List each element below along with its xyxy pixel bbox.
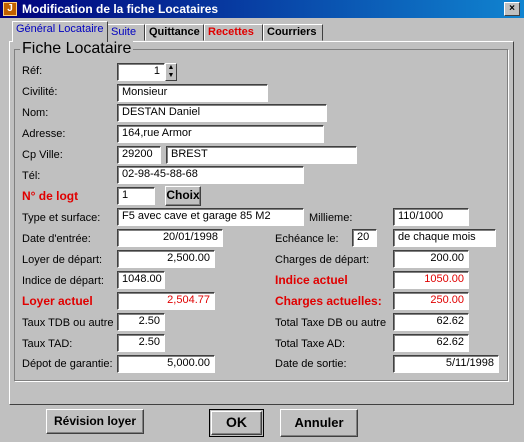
logt-field[interactable]: 1 [117,187,155,205]
indice-depart-field[interactable]: 1048.00 [117,271,165,289]
millieme-field[interactable]: 110/1000 [393,208,469,226]
taux-tdb-field[interactable]: 2.50 [117,313,165,331]
loyer-actuel-field[interactable]: 2,504.77 [117,292,215,310]
nom-label: Nom: [22,107,49,119]
depot-garantie-label: Dépot de garantie: [22,358,113,370]
annuler-button[interactable]: Annuler [280,409,358,437]
group-title: Fiche Locataire [20,40,134,58]
tab-quittance[interactable]: Quittance [145,24,204,41]
tel-label: Tél: [22,170,41,182]
tab-suite[interactable]: Suite [107,24,145,41]
echeance-field[interactable]: 20 [352,229,377,247]
indice-actuel-field[interactable]: 1050.00 [393,271,469,289]
total-taxe-ad-field[interactable]: 62.62 [393,334,469,352]
tab-courriers[interactable]: Courriers [263,24,323,41]
ref-spinner[interactable]: ▲ ▼ [165,63,177,81]
choix-button[interactable]: Choix [165,186,201,206]
depot-garantie-field[interactable]: 5,000.00 [117,355,215,373]
tab-label: Courriers [267,26,317,38]
indice-actuel-label: Indice actuel [275,273,348,287]
type-surface-field[interactable]: F5 avec cave et garage 85 M2 [117,208,304,226]
tel-field[interactable]: 02-98-45-88-68 [117,166,304,184]
loyer-actuel-label: Loyer actuel [22,294,93,308]
total-taxe-db-field[interactable]: 62.62 [393,313,469,331]
charges-depart-label: Charges de départ: [275,254,370,266]
ref-label: Réf: [22,65,43,77]
charges-actuelles-label: Charges actuelles: [275,294,382,308]
date-sortie-field[interactable]: 5/11/1998 [393,355,499,373]
indice-depart-label: Indice de départ: [22,275,104,287]
civilite-field[interactable]: Monsieur [117,84,268,102]
civilite-label: Civilité: [22,86,58,98]
date-sortie-label: Date de sortie: [275,358,347,370]
revision-loyer-button[interactable]: Révision loyer [46,409,144,434]
adresse-label: Adresse: [22,128,66,140]
loyer-depart-field[interactable]: 2,500.00 [117,250,215,268]
echeance-suffix-field[interactable]: de chaque mois [393,229,496,247]
taux-tad-field[interactable]: 2.50 [117,334,165,352]
taux-tad-label: Taux TAD: [22,338,73,350]
ville-field[interactable]: BREST [166,146,357,164]
nom-field[interactable]: DESTAN Daniel [117,104,327,122]
tab-label: Quittance [149,26,200,38]
adresse-field[interactable]: 164,rue Armor [117,125,324,143]
ok-button[interactable]: OK [211,411,262,435]
tab-general-locataire[interactable]: Général Locataire [12,21,108,42]
echeance-label: Echéance le: [275,233,339,245]
tab-recettes[interactable]: Recettes [204,24,263,41]
loyer-depart-label: Loyer de départ: [22,254,103,266]
close-button[interactable]: × [504,2,520,16]
total-taxe-ad-label: Total Taxe AD: [275,338,346,350]
tab-label: Suite [111,26,137,38]
spin-up-icon[interactable]: ▲ [166,64,176,72]
millieme-label: Millieme: [309,212,353,224]
title-bar: J Modification de la fiche Locataires × [0,0,524,18]
logt-label: N° de logt [22,189,79,203]
tab-label: Recettes [208,26,254,38]
cp-field[interactable]: 29200 [117,146,161,164]
cp-ville-label: Cp Ville: [22,149,63,161]
total-taxe-db-label: Total Taxe DB ou autre [275,317,387,329]
charges-depart-field[interactable]: 200.00 [393,250,469,268]
spin-down-icon[interactable]: ▼ [166,72,176,80]
date-entree-label: Date d'entrée: [22,233,91,245]
ref-field[interactable]: 1 [117,63,165,81]
tab-label: Général Locataire [16,23,104,35]
taux-tdb-label: Taux TDB ou autre [22,317,114,329]
type-surface-label: Type et surface: [22,212,101,224]
date-entree-field[interactable]: 20/01/1998 [117,229,223,247]
app-icon: J [3,2,17,16]
charges-actuelles-field[interactable]: 250.00 [393,292,469,310]
window-title: Modification de la fiche Locataires [22,2,219,16]
